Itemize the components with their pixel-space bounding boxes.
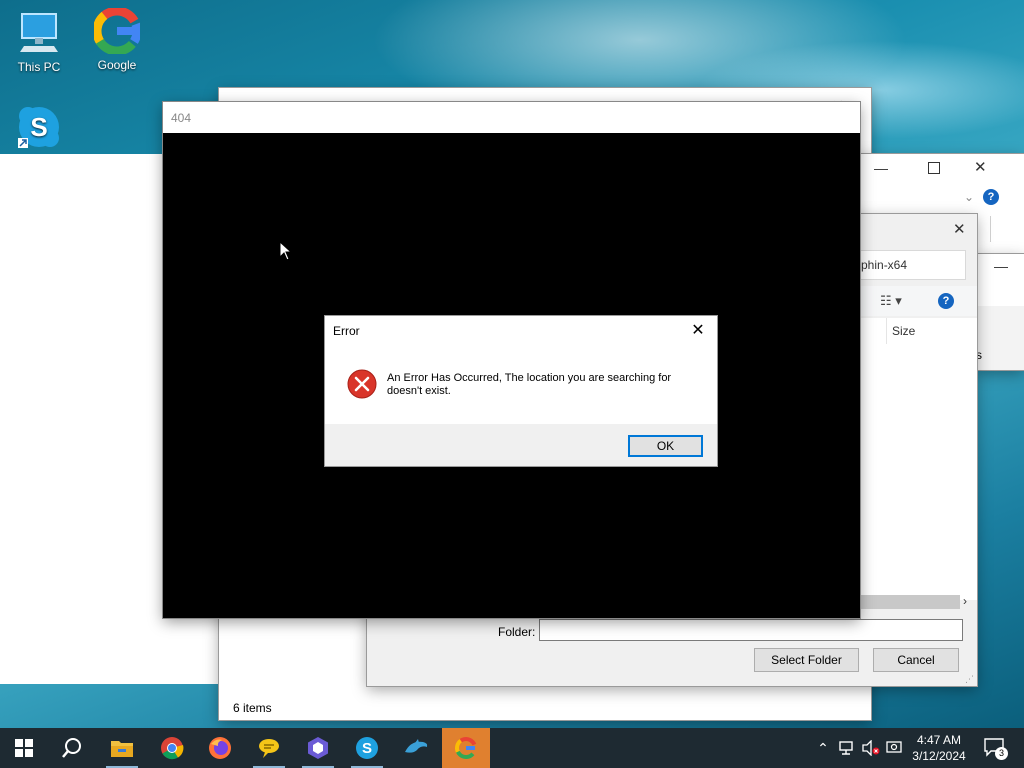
- title-bar[interactable]: 404: [163, 102, 860, 133]
- column-header-size[interactable]: Size: [892, 324, 915, 338]
- help-icon[interactable]: ?: [983, 189, 999, 205]
- close-icon[interactable]: ✕: [953, 220, 966, 238]
- dialog-title: Error: [333, 324, 360, 338]
- clock-date: 3/12/2024: [912, 749, 966, 763]
- desktop-icon-label: Google: [97, 58, 137, 72]
- minimize-icon[interactable]: —: [874, 160, 888, 176]
- window-far-right[interactable]: — s: [976, 254, 1024, 370]
- divider: [990, 216, 991, 242]
- svg-text:S: S: [362, 740, 372, 757]
- desktop-icon-this-pc[interactable]: This PC: [8, 10, 70, 74]
- minimize-icon[interactable]: —: [994, 258, 1008, 274]
- notification-count-badge: 3: [995, 747, 1008, 760]
- toolbar: ☷ ▾ ?: [860, 286, 977, 316]
- display-icon[interactable]: [884, 728, 906, 768]
- clock[interactable]: 4:47 AM 3/12/2024: [906, 728, 972, 768]
- desktop-icon-label: This PC: [17, 60, 61, 74]
- window-title: 404: [171, 111, 192, 125]
- chevron-down-icon[interactable]: ⌄: [964, 190, 974, 204]
- folder-label: Folder:: [498, 625, 536, 639]
- close-icon[interactable]: ✕: [974, 158, 987, 176]
- chevron-up-icon[interactable]: ⌃: [814, 728, 832, 768]
- select-folder-button[interactable]: Select Folder: [754, 648, 859, 672]
- status-text: 6 items: [233, 701, 272, 715]
- taskbar: S ⌃ 4:47 AM 3/12/2024 3: [0, 728, 1024, 768]
- cancel-button[interactable]: Cancel: [873, 648, 959, 672]
- dialog-footer: OK: [325, 424, 717, 466]
- desktop-icon-google[interactable]: Google: [86, 6, 148, 72]
- file-list[interactable]: Size: [860, 318, 977, 600]
- notifications-icon[interactable]: 3: [980, 728, 1010, 768]
- volume-muted-icon[interactable]: [860, 728, 882, 768]
- search-icon[interactable]: [48, 728, 96, 768]
- resize-grip-icon[interactable]: ⋰: [965, 674, 974, 685]
- chat-icon[interactable]: [245, 728, 293, 768]
- error-dialog[interactable]: Error ✕ An Error Has Occurred, The locat…: [325, 316, 717, 466]
- column-divider: [886, 318, 887, 344]
- view-options-icon[interactable]: ☷ ▾: [880, 293, 902, 309]
- path-text: phin-x64: [861, 258, 908, 272]
- panel: [976, 306, 1024, 370]
- file-explorer-icon[interactable]: [98, 728, 146, 768]
- chevron-right-icon[interactable]: ›: [963, 594, 967, 608]
- close-icon[interactable]: ✕: [685, 319, 711, 343]
- error-x-icon: [347, 369, 377, 399]
- clock-time: 4:47 AM: [916, 733, 962, 747]
- error-message: An Error Has Occurred, The location you …: [387, 372, 672, 397]
- horizontal-scrollbar[interactable]: [860, 595, 960, 609]
- skype-shortcut-icon: S: [16, 104, 62, 150]
- chrome-icon[interactable]: [148, 728, 196, 768]
- help-icon[interactable]: ?: [938, 293, 954, 309]
- network-icon[interactable]: [836, 728, 858, 768]
- desktop-icon-skype[interactable]: S: [8, 104, 70, 154]
- computer-icon: [16, 10, 62, 56]
- mouse-cursor-icon: [279, 240, 293, 261]
- dolphin-icon[interactable]: [392, 728, 440, 768]
- ok-button[interactable]: OK: [628, 435, 703, 457]
- app-icon[interactable]: [294, 728, 342, 768]
- svg-text:S: S: [30, 112, 47, 142]
- skype-icon[interactable]: S: [343, 728, 391, 768]
- start-icon[interactable]: [0, 728, 48, 768]
- path-box[interactable]: phin-x64: [860, 250, 966, 280]
- google-icon[interactable]: [442, 728, 490, 768]
- firefox-icon[interactable]: [196, 728, 244, 768]
- maximize-icon[interactable]: [928, 162, 940, 174]
- folder-input[interactable]: [539, 619, 963, 641]
- google-chrome-icon: [92, 6, 142, 56]
